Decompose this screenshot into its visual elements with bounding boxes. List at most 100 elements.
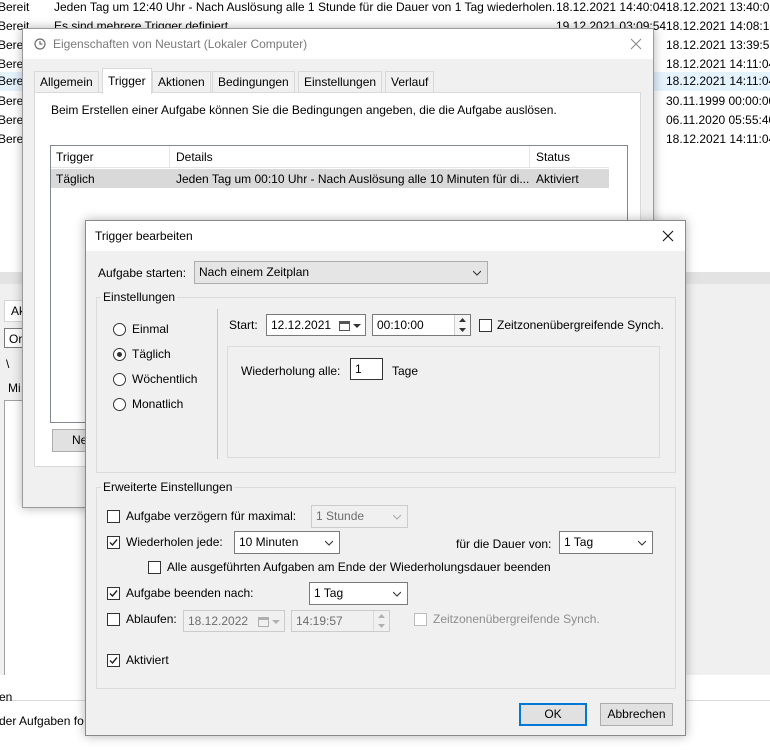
chevron-down-icon xyxy=(325,540,333,546)
start-time-value: 00:10:00 xyxy=(377,318,424,332)
repeat-every-input[interactable]: 1 xyxy=(350,358,383,380)
stop-after-label[interactable]: Aufgabe beenden nach: xyxy=(126,586,253,600)
row-trigger: Täglich xyxy=(56,172,95,186)
advanced-legend: Erweiterte Einstellungen xyxy=(101,480,235,494)
column-divider xyxy=(529,146,530,168)
radio-monatlich[interactable] xyxy=(113,398,126,411)
task-status: Bereit xyxy=(0,0,30,14)
spin-up-icon[interactable] xyxy=(455,315,470,325)
properties-title: Eigenschaften von Neustart (Lokaler Comp… xyxy=(53,37,308,51)
expire-date-picker[interactable]: 18.12.2022 xyxy=(183,610,285,632)
tab-einstellungen[interactable]: Einstellungen xyxy=(298,71,383,92)
start-time-field[interactable]: 00:10:00 xyxy=(372,314,471,336)
expire-label[interactable]: Ablaufen: xyxy=(126,612,177,626)
spin-down-icon[interactable] xyxy=(455,325,470,335)
chevron-down-icon xyxy=(393,591,401,597)
tab-trigger[interactable]: Trigger xyxy=(102,68,152,94)
radio-einmal-label[interactable]: Einmal xyxy=(132,322,169,336)
expire-time-spinner[interactable] xyxy=(373,611,389,631)
location-text: \ xyxy=(6,357,10,371)
repeat-interval-dropdown[interactable]: 10 Minuten xyxy=(234,531,340,554)
edit-trigger-dialog: Trigger bearbeiten Aufgabe starten: Nach… xyxy=(85,220,686,736)
chevron-down-icon xyxy=(638,540,646,546)
tz-sync-label[interactable]: Zeitzonenübergreifende Synch. xyxy=(497,318,664,332)
author-label: Mi xyxy=(8,381,21,395)
radio-taeglich-label[interactable]: Täglich xyxy=(132,347,171,361)
task-trigger: Jeden Tag um 12:40 Uhr - Nach Auslösung … xyxy=(54,0,556,14)
radio-monatlich-label[interactable]: Monatlich xyxy=(132,397,183,411)
tz-sync-checkbox[interactable] xyxy=(479,319,492,332)
start-date-value: 12.12.2021 xyxy=(271,318,332,332)
expire-tz-sync-checkbox[interactable] xyxy=(414,613,427,626)
enabled-checkbox[interactable] xyxy=(107,654,120,667)
expire-time-field[interactable]: 14:19:57 xyxy=(291,610,390,632)
table-row[interactable]: Täglich Jeden Tag um 00:10 Uhr - Nach Au… xyxy=(51,169,609,188)
row-details: Jeden Tag um 00:10 Uhr - Nach Auslösung … xyxy=(176,172,530,186)
calendar-icon[interactable] xyxy=(339,320,361,331)
check-icon xyxy=(109,657,118,665)
task-last-run: 18.12.2021 13:40:05 xyxy=(666,0,770,14)
radio-selected-dot xyxy=(117,352,122,357)
stop-after-checkbox[interactable] xyxy=(107,587,120,600)
footer-text-2: der Aufgaben fo xyxy=(0,714,84,728)
row-status: Aktiviert xyxy=(536,172,579,186)
repeat-interval-value: 10 Minuten xyxy=(239,535,299,549)
recurrence-panel xyxy=(227,346,660,458)
name-field-text: Or xyxy=(9,332,23,346)
dialog-title: Trigger bearbeiten xyxy=(95,229,193,243)
cancel-button[interactable]: Abbrechen xyxy=(600,703,673,726)
delay-value: 1 Stunde xyxy=(316,509,365,523)
spin-up-icon[interactable] xyxy=(374,611,389,621)
start-task-dropdown[interactable]: Nach einem Zeitplan xyxy=(194,261,488,284)
expire-date-value: 18.12.2022 xyxy=(188,614,249,628)
radio-einmal[interactable] xyxy=(113,323,126,336)
chevron-down-icon xyxy=(473,270,481,276)
task-last-run: 18.12.2021 14:11:04 xyxy=(666,74,770,88)
duration-dropdown[interactable]: 1 Tag xyxy=(559,531,653,554)
enabled-label[interactable]: Aktiviert xyxy=(126,653,169,667)
stop-after-dropdown[interactable]: 1 Tag xyxy=(309,582,408,605)
start-task-value: Nach einem Zeitplan xyxy=(199,265,310,279)
task-last-run: 30.11.1999 00:00:00 xyxy=(666,94,770,108)
trigger-list-header: Trigger Details Status xyxy=(51,146,609,168)
stop-all-checkbox[interactable] xyxy=(148,561,161,574)
radio-woechentlich-label[interactable]: Wöchentlich xyxy=(132,372,197,386)
start-time-spinner[interactable] xyxy=(454,315,470,335)
column-header-trigger[interactable]: Trigger xyxy=(56,150,94,164)
calendar-icon[interactable] xyxy=(258,616,280,627)
repeat-checkbox[interactable] xyxy=(107,536,120,549)
repeat-label[interactable]: Wiederholen jede: xyxy=(126,535,223,549)
expire-tz-sync-label[interactable]: Zeitzonenübergreifende Synch. xyxy=(433,612,600,626)
clock-icon xyxy=(34,38,46,50)
expire-checkbox[interactable] xyxy=(107,613,120,626)
task-next-run: 18.12.2021 14:40:04 xyxy=(556,0,667,14)
properties-titlebar[interactable]: Eigenschaften von Neustart (Lokaler Comp… xyxy=(23,29,653,59)
tab-bedingungen[interactable]: Bedingungen xyxy=(212,71,295,92)
column-header-status[interactable]: Status xyxy=(536,150,570,164)
duration-label: für die Dauer von: xyxy=(456,537,552,551)
trigger-description: Beim Erstellen einer Aufgabe können Sie … xyxy=(51,103,557,117)
chevron-down-icon xyxy=(393,514,401,520)
spin-down-icon[interactable] xyxy=(374,621,389,631)
delay-label[interactable]: Aufgabe verzögern für maximal: xyxy=(126,509,296,523)
close-icon xyxy=(662,230,674,242)
dialog-titlebar[interactable]: Trigger bearbeiten xyxy=(86,221,685,251)
tab-aktionen[interactable]: Aktionen xyxy=(152,71,211,92)
tab-allgemein[interactable]: Allgemein xyxy=(34,71,99,92)
column-header-details[interactable]: Details xyxy=(176,150,213,164)
table-row[interactable]: Bereit Jeden Tag um 12:40 Uhr - Nach Aus… xyxy=(0,0,770,17)
tab-verlauf[interactable]: Verlauf xyxy=(385,71,435,92)
radio-taeglich[interactable] xyxy=(113,348,126,361)
settings-divider xyxy=(217,309,218,459)
radio-woechentlich[interactable] xyxy=(113,373,126,386)
dialog-close-button[interactable] xyxy=(651,221,685,251)
delay-dropdown[interactable]: 1 Stunde xyxy=(311,505,408,528)
ok-button[interactable]: OK xyxy=(519,703,587,726)
delay-checkbox[interactable] xyxy=(107,510,120,523)
expire-time-value: 14:19:57 xyxy=(296,614,343,628)
properties-close-button[interactable] xyxy=(619,29,653,59)
close-icon xyxy=(630,38,642,50)
stop-all-label[interactable]: Alle ausgeführten Aufgaben am Ende der W… xyxy=(167,560,551,574)
stop-after-value: 1 Tag xyxy=(314,586,344,600)
start-date-picker[interactable]: 12.12.2021 xyxy=(266,314,366,336)
